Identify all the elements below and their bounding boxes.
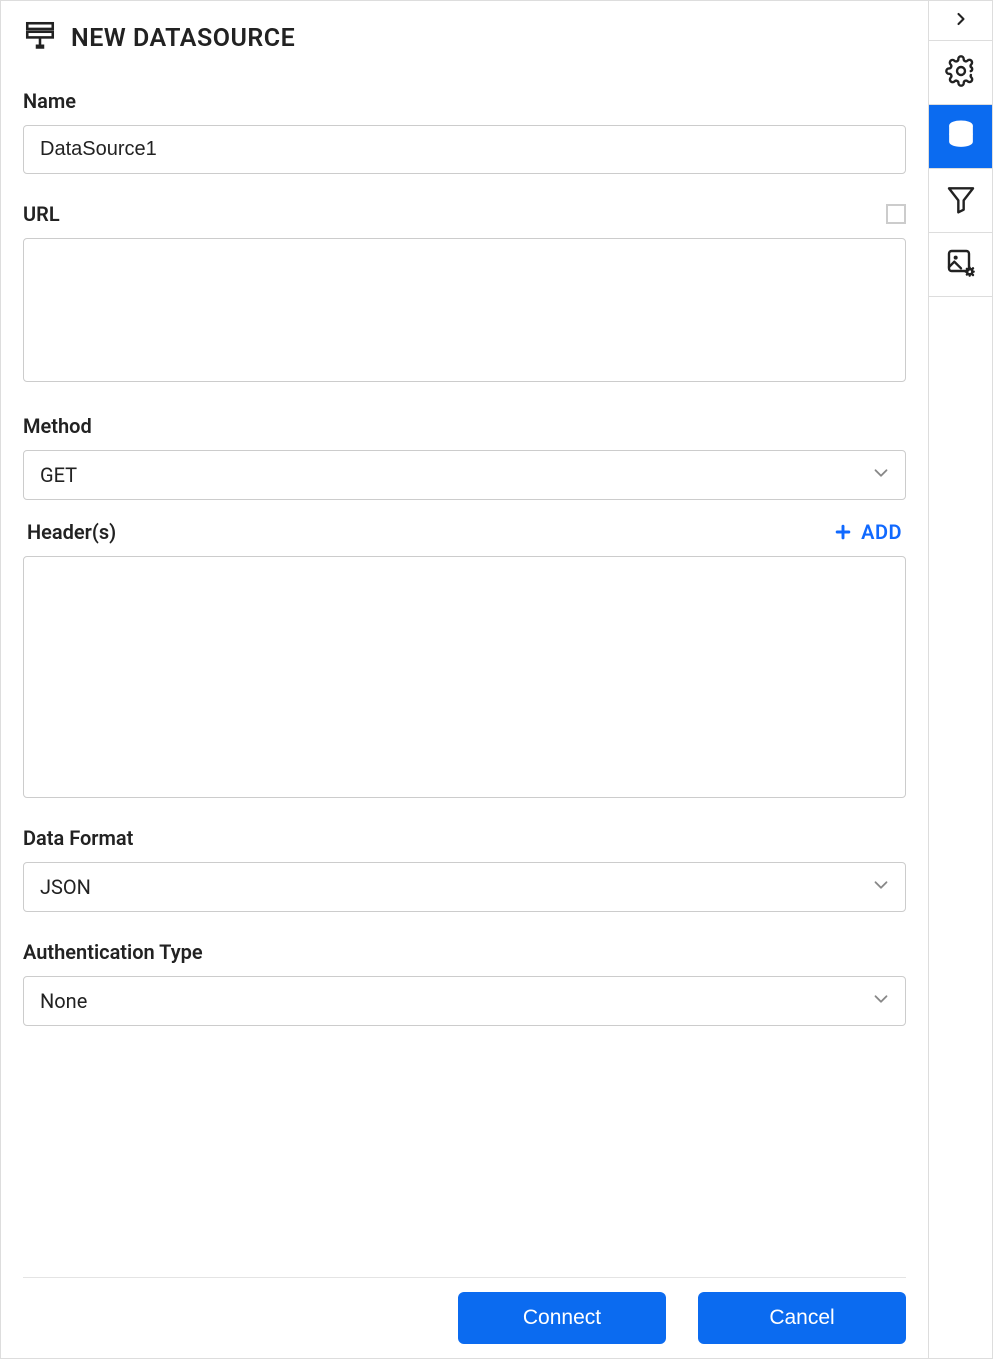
authtype-select[interactable]: None: [23, 976, 906, 1026]
sidebar: [929, 0, 993, 1359]
page-title: NEW DATASOURCE: [71, 24, 295, 53]
add-header-button[interactable]: ADD: [833, 520, 902, 544]
url-input[interactable]: [23, 238, 906, 382]
database-icon: [945, 119, 977, 155]
chevron-right-icon: [951, 9, 971, 33]
dataformat-field-group: Data Format JSON: [23, 826, 906, 912]
authtype-field-group: Authentication Type None: [23, 940, 906, 1026]
panel-header: NEW DATASOURCE: [1, 1, 928, 63]
method-select[interactable]: GET: [23, 450, 906, 500]
sidebar-item-settings[interactable]: [929, 41, 992, 105]
authtype-label: Authentication Type: [23, 940, 906, 964]
url-checkbox[interactable]: [886, 204, 906, 224]
datasource-icon: [23, 19, 57, 57]
panel-footer: Connect Cancel: [23, 1277, 906, 1358]
method-select-value: GET: [40, 463, 77, 487]
dataformat-select[interactable]: JSON: [23, 862, 906, 912]
method-field-group: Method GET: [23, 414, 906, 500]
sidebar-item-datasource[interactable]: [929, 105, 992, 169]
headers-label: Header(s): [27, 520, 116, 544]
headers-listbox[interactable]: [23, 556, 906, 798]
dataformat-label: Data Format: [23, 826, 906, 850]
authtype-select-value: None: [40, 989, 87, 1013]
sidebar-item-filter[interactable]: [929, 169, 992, 233]
plus-icon: [833, 522, 853, 542]
add-header-label: ADD: [861, 520, 902, 544]
sidebar-item-expand[interactable]: [929, 1, 992, 41]
image-gear-icon: [945, 247, 977, 283]
name-field-group: Name: [23, 89, 906, 174]
form-body: Name URL Method GET Head: [1, 63, 928, 1277]
url-label: URL: [23, 202, 60, 226]
gear-icon: [945, 55, 977, 91]
main-panel: NEW DATASOURCE Name URL Method GET: [0, 0, 929, 1359]
funnel-icon: [945, 183, 977, 219]
connect-button[interactable]: Connect: [458, 1292, 666, 1344]
name-input[interactable]: [23, 125, 906, 174]
method-label: Method: [23, 414, 906, 438]
url-field-group: URL: [23, 202, 906, 386]
dataformat-select-value: JSON: [40, 875, 91, 899]
sidebar-item-image-settings[interactable]: [929, 233, 992, 297]
cancel-button[interactable]: Cancel: [698, 1292, 906, 1344]
name-label: Name: [23, 89, 906, 113]
headers-field-header: Header(s) ADD: [23, 520, 906, 544]
